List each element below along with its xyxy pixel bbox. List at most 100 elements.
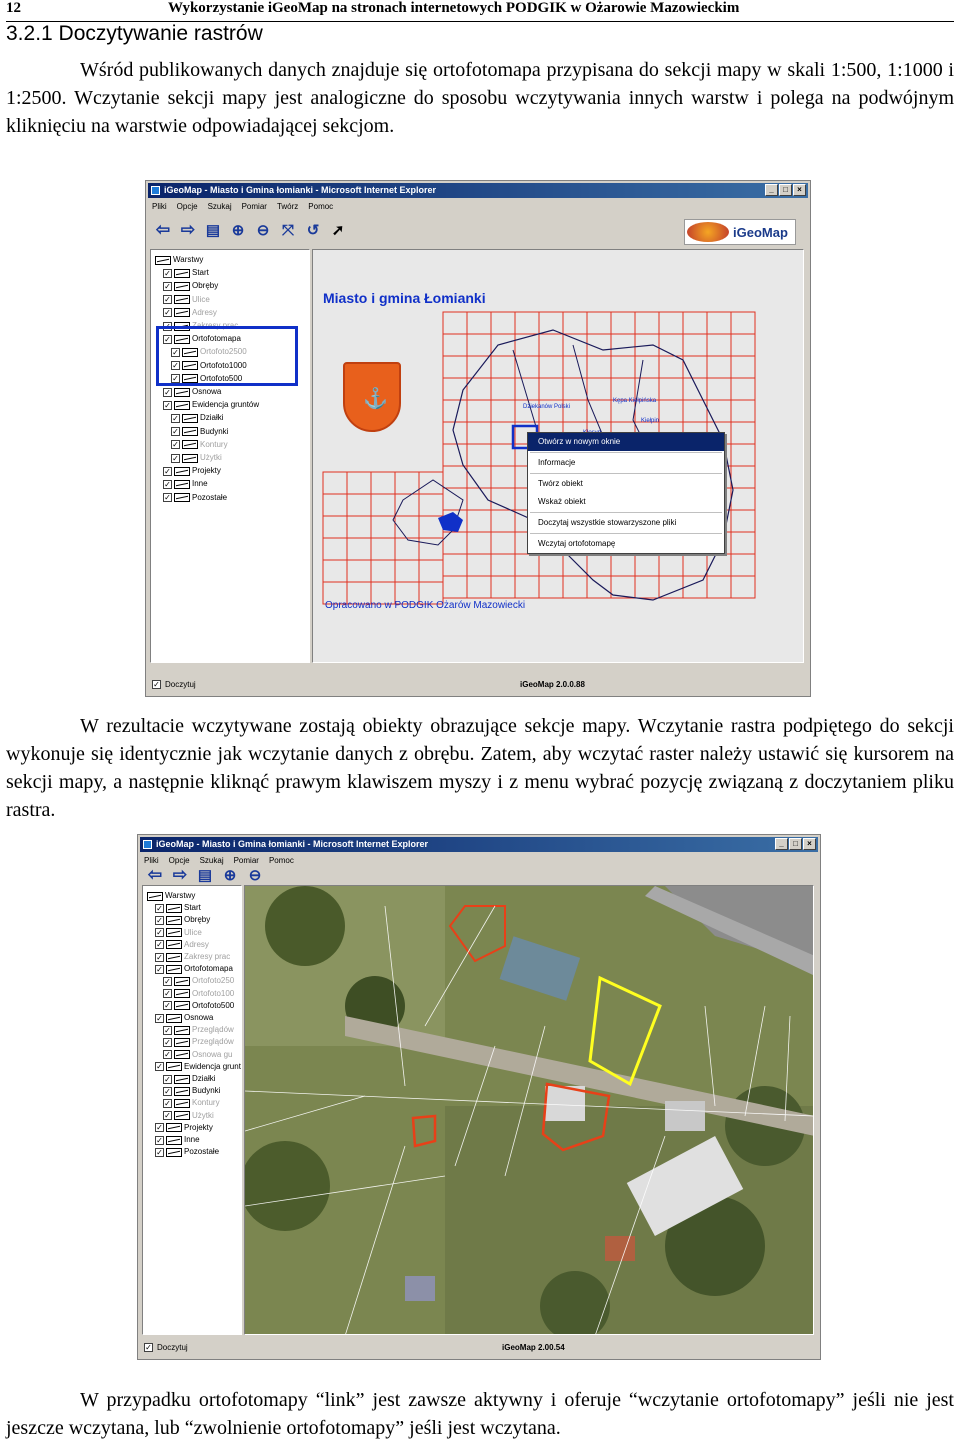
layer-checkbox[interactable]: ✓ <box>155 952 164 962</box>
layer-checkbox[interactable]: ✓ <box>163 281 172 291</box>
minimize-button[interactable]: _ <box>765 184 778 196</box>
layer-checkbox[interactable]: ✓ <box>163 466 172 476</box>
layer-tree-item[interactable]: ✓ Start <box>155 902 201 914</box>
layer-checkbox[interactable]: ✓ <box>155 1147 164 1157</box>
maximize-button[interactable]: □ <box>789 838 802 850</box>
layer-checkbox[interactable]: ✓ <box>163 1025 172 1035</box>
back-arrow-icon[interactable]: ⇦ <box>144 864 166 886</box>
layer-checkbox[interactable]: ✓ <box>163 400 172 410</box>
context-menu-item[interactable]: Wczytaj ortofotomapę <box>528 535 724 553</box>
layer-checkbox[interactable]: ✓ <box>155 915 164 925</box>
forward-arrow-icon[interactable]: ⇨ <box>177 219 199 241</box>
pointer-icon[interactable]: ➚ <box>327 219 349 241</box>
layer-checkbox[interactable]: ✓ <box>163 1050 172 1060</box>
menu-item[interactable]: Twórz <box>277 200 298 214</box>
zoom-in-icon[interactable]: ⊕ <box>227 219 249 241</box>
layer-tree-item[interactable]: ✓ Ewidencja grunt <box>155 1061 241 1073</box>
layer-tree-item[interactable]: ✓ Działki <box>171 412 224 424</box>
zoom-out-icon[interactable]: ⊖ <box>252 219 274 241</box>
layer-tree-item[interactable]: ✓ Ulice <box>163 294 210 306</box>
doczytuj-checkbox[interactable]: ✓ <box>152 680 161 689</box>
layer-tree-item[interactable]: Warstwy <box>147 890 195 902</box>
layer-tree-item[interactable]: ✓ Ortofoto100 <box>163 988 234 1000</box>
context-menu-item[interactable]: Doczytaj wszystkie stowarzyszone pliki <box>528 514 724 532</box>
layer-checkbox[interactable]: ✓ <box>171 427 180 437</box>
layer-tree-item[interactable]: ✓ Kontury <box>171 439 228 451</box>
layer-tree-item[interactable]: ✓ Inne <box>155 1134 200 1146</box>
maximize-button[interactable]: □ <box>779 184 792 196</box>
layer-tree-item[interactable]: ✓ Ewidencja gruntów <box>163 399 259 411</box>
forward-arrow-icon[interactable]: ⇨ <box>169 864 191 886</box>
layer-tree-item[interactable]: ✓ Budynki <box>163 1085 220 1097</box>
layer-tree-item[interactable]: ✓ Obręby <box>155 914 210 926</box>
layer-tree-item[interactable]: ✓ Obręby <box>163 280 218 292</box>
layer-checkbox[interactable]: ✓ <box>163 1074 172 1084</box>
layer-tree-item[interactable]: ✓ Osnowa <box>163 386 221 398</box>
layer-tree-item[interactable]: ✓ Osnowa gu <box>163 1049 232 1061</box>
layer-tree-item[interactable]: ✓ Start <box>163 267 209 279</box>
layer-checkbox[interactable]: ✓ <box>163 479 172 489</box>
layer-tree-item[interactable]: ✓ Ortofoto500 <box>163 1000 234 1012</box>
layer-tree-item[interactable]: Warstwy <box>155 254 203 266</box>
layer-checkbox[interactable]: ✓ <box>163 493 172 503</box>
doczytuj-checkbox[interactable]: ✓ <box>144 1343 153 1352</box>
layer-tree-item[interactable]: ✓ Użytki <box>171 452 222 464</box>
layer-checkbox[interactable]: ✓ <box>171 413 180 423</box>
layer-tree-item[interactable]: ✓ Przeglądów <box>163 1024 234 1036</box>
menu-item[interactable]: Szukaj <box>208 200 232 214</box>
menu-item[interactable]: Pomoc <box>308 200 333 214</box>
layer-checkbox[interactable]: ✓ <box>163 1037 172 1047</box>
layer-tree-item[interactable]: ✓ Pozostałe <box>163 492 227 504</box>
zoom-out-icon[interactable]: ⊖ <box>244 864 266 886</box>
context-menu-item[interactable]: Twórz obiekt <box>528 475 724 493</box>
layer-checkbox[interactable]: ✓ <box>163 976 172 986</box>
menu-item[interactable]: Pliki <box>152 200 167 214</box>
context-menu-item[interactable]: Wskaż obiekt <box>528 493 724 511</box>
zoom-in-icon[interactable]: ⊕ <box>219 864 241 886</box>
layer-tree-item[interactable]: ✓ Projekty <box>163 465 221 477</box>
layer-checkbox[interactable]: ✓ <box>155 1123 164 1133</box>
layer-tree-item[interactable]: ✓ Przeglądów <box>163 1036 234 1048</box>
layer-checkbox[interactable]: ✓ <box>155 1013 164 1023</box>
menu-item[interactable]: Pomiar <box>242 200 267 214</box>
layer-checkbox[interactable]: ✓ <box>163 989 172 999</box>
fit-extent-icon[interactable]: ⤧ <box>277 219 299 241</box>
layer-tree-item[interactable]: ✓ Budynki <box>171 426 228 438</box>
layer-checkbox[interactable]: ✓ <box>163 1086 172 1096</box>
layer-checkbox[interactable]: ✓ <box>171 440 180 450</box>
layer-tree-item[interactable]: ✓ Ortofotomapa <box>155 963 233 975</box>
layer-checkbox[interactable]: ✓ <box>171 453 180 463</box>
layer-tree-item[interactable]: ✓ Działki <box>163 1073 216 1085</box>
layer-tree-item[interactable]: ✓ Inne <box>163 478 208 490</box>
layer-checkbox[interactable]: ✓ <box>155 1062 164 1072</box>
document-icon[interactable]: ▤ <box>194 864 216 886</box>
layer-checkbox[interactable]: ✓ <box>155 928 164 938</box>
context-menu-item[interactable]: Otwórz w nowym oknie <box>528 433 724 451</box>
layer-tree-item[interactable]: ✓ Projekty <box>155 1122 213 1134</box>
layer-checkbox[interactable]: ✓ <box>163 1001 172 1011</box>
layer-checkbox[interactable]: ✓ <box>163 308 172 318</box>
layer-checkbox[interactable]: ✓ <box>163 1098 172 1108</box>
document-icon[interactable]: ▤ <box>202 219 224 241</box>
layer-tree-item[interactable]: ✓ Adresy <box>155 939 209 951</box>
layer-tree-item[interactable]: ✓ Ulice <box>155 927 202 939</box>
close-button[interactable]: × <box>793 184 806 196</box>
layer-checkbox[interactable]: ✓ <box>155 903 164 913</box>
layer-checkbox[interactable]: ✓ <box>163 295 172 305</box>
orthophoto-view[interactable] <box>244 885 814 1335</box>
layer-tree-item[interactable]: ✓ Ortofoto250 <box>163 975 234 987</box>
layer-checkbox[interactable]: ✓ <box>155 940 164 950</box>
context-menu-item[interactable]: Informacje <box>528 454 724 472</box>
layer-tree-item[interactable]: ✓ Zakresy prac <box>155 951 230 963</box>
layer-checkbox[interactable]: ✓ <box>155 1135 164 1145</box>
layer-tree-item[interactable]: ✓ Osnowa <box>155 1012 213 1024</box>
layer-tree-item[interactable]: ✓ Adresy <box>163 307 217 319</box>
layer-checkbox[interactable]: ✓ <box>163 268 172 278</box>
layer-checkbox[interactable]: ✓ <box>163 387 172 397</box>
menu-item[interactable]: Opcje <box>177 200 198 214</box>
refresh-icon[interactable]: ↺ <box>302 219 324 241</box>
layer-checkbox[interactable]: ✓ <box>163 1111 172 1121</box>
layer-checkbox[interactable]: ✓ <box>155 964 164 974</box>
close-button[interactable]: × <box>803 838 816 850</box>
layer-tree-item[interactable]: ✓ Użytki <box>163 1110 214 1122</box>
